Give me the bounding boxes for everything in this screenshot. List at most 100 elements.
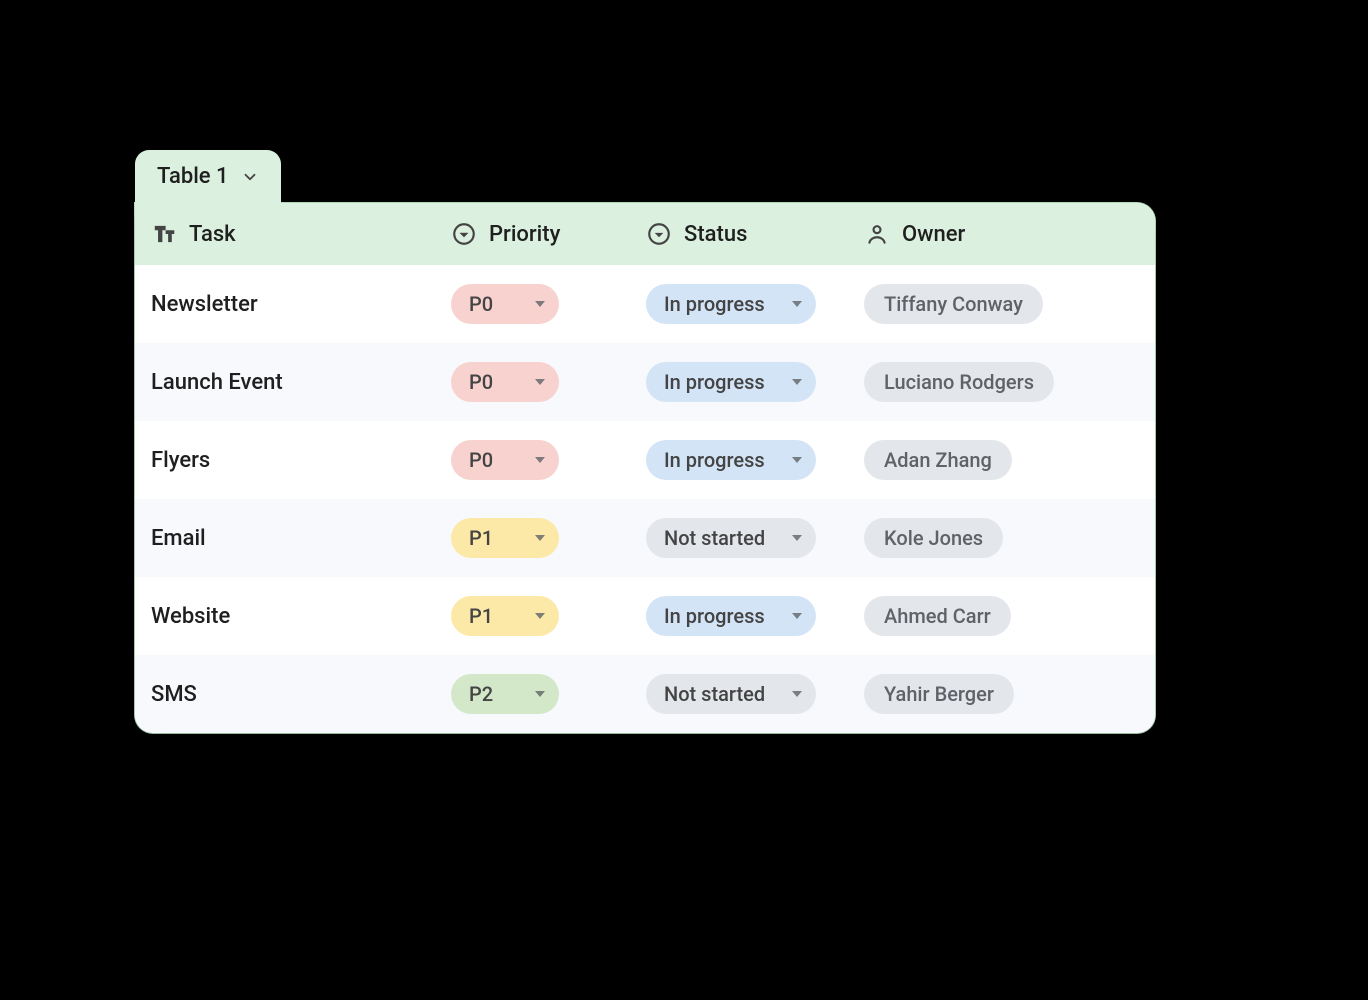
task-text: Website — [151, 604, 230, 629]
table-tab[interactable]: Table 1 — [135, 150, 281, 203]
caret-down-icon — [535, 379, 545, 385]
dropdown-circle-icon — [451, 221, 477, 247]
status-value: In progress — [664, 292, 765, 316]
caret-down-icon — [792, 691, 802, 697]
caret-down-icon — [535, 301, 545, 307]
cell-task[interactable]: Newsletter — [135, 292, 435, 317]
cell-priority: P1 — [435, 596, 630, 636]
caret-down-icon — [792, 457, 802, 463]
cell-task[interactable]: Flyers — [135, 448, 435, 473]
owner-name: Tiffany Conway — [884, 292, 1023, 316]
status-value: Not started — [664, 526, 765, 550]
owner-name: Ahmed Carr — [884, 604, 991, 628]
owner-chip[interactable]: Yahir Berger — [864, 674, 1014, 714]
column-header-label: Priority — [489, 222, 560, 247]
cell-status: In progress — [630, 284, 848, 324]
caret-down-icon — [792, 613, 802, 619]
cell-priority: P2 — [435, 674, 630, 714]
priority-chip[interactable]: P1 — [451, 518, 559, 558]
status-value: In progress — [664, 370, 765, 394]
column-header-label: Owner — [902, 222, 965, 247]
caret-down-icon — [535, 691, 545, 697]
chevron-down-icon — [241, 168, 259, 186]
table-widget: Table 1 Task Priority Status Owner Newsl… — [135, 150, 1155, 733]
table-row: Launch Event P0 In progress Luciano Rodgers — [135, 343, 1155, 421]
caret-down-icon — [792, 379, 802, 385]
caret-down-icon — [535, 535, 545, 541]
owner-chip[interactable]: Adan Zhang — [864, 440, 1012, 480]
owner-chip[interactable]: Ahmed Carr — [864, 596, 1011, 636]
column-header-label: Status — [684, 222, 747, 247]
caret-down-icon — [535, 613, 545, 619]
status-value: In progress — [664, 604, 765, 628]
table-body: Newsletter P0 In progress Tiffany Conway Lau… — [135, 265, 1155, 733]
cell-owner: Kole Jones — [848, 518, 1153, 558]
cell-priority: P0 — [435, 440, 630, 480]
priority-chip[interactable]: P2 — [451, 674, 559, 714]
owner-name: Luciano Rodgers — [884, 370, 1034, 394]
cell-task[interactable]: SMS — [135, 682, 435, 707]
priority-chip[interactable]: P0 — [451, 284, 559, 324]
column-header-task[interactable]: Task — [135, 217, 435, 251]
cell-status: Not started — [630, 518, 848, 558]
owner-name: Yahir Berger — [884, 682, 994, 706]
cell-task[interactable]: Launch Event — [135, 370, 435, 395]
person-icon — [864, 221, 890, 247]
task-text: SMS — [151, 682, 197, 707]
cell-priority: P0 — [435, 362, 630, 402]
status-chip[interactable]: In progress — [646, 284, 816, 324]
priority-chip[interactable]: P0 — [451, 440, 559, 480]
status-chip[interactable]: In progress — [646, 440, 816, 480]
caret-down-icon — [535, 457, 545, 463]
owner-chip[interactable]: Tiffany Conway — [864, 284, 1043, 324]
priority-chip[interactable]: P1 — [451, 596, 559, 636]
task-text: Newsletter — [151, 292, 258, 317]
task-text: Launch Event — [151, 370, 283, 395]
cell-owner: Yahir Berger — [848, 674, 1153, 714]
cell-priority: P1 — [435, 518, 630, 558]
column-header-owner[interactable]: Owner — [848, 217, 1153, 251]
table-row: Website P1 In progress Ahmed Carr — [135, 577, 1155, 655]
column-header-priority[interactable]: Priority — [435, 217, 630, 251]
owner-name: Kole Jones — [884, 526, 983, 550]
priority-value: P1 — [469, 526, 493, 550]
status-value: Not started — [664, 682, 765, 706]
priority-value: P0 — [469, 370, 493, 394]
table-row: Newsletter P0 In progress Tiffany Conway — [135, 265, 1155, 343]
table-header: Task Priority Status Owner — [135, 203, 1155, 265]
owner-chip[interactable]: Kole Jones — [864, 518, 1003, 558]
priority-value: P2 — [469, 682, 493, 706]
cell-owner: Adan Zhang — [848, 440, 1153, 480]
priority-value: P1 — [469, 604, 493, 628]
priority-value: P0 — [469, 448, 493, 472]
table-tab-label: Table 1 — [157, 164, 229, 189]
text-icon — [151, 221, 177, 247]
status-value: In progress — [664, 448, 765, 472]
status-chip[interactable]: In progress — [646, 362, 816, 402]
cell-status: Not started — [630, 674, 848, 714]
cell-priority: P0 — [435, 284, 630, 324]
table-row: Email P1 Not started Kole Jones — [135, 499, 1155, 577]
cell-status: In progress — [630, 440, 848, 480]
owner-chip[interactable]: Luciano Rodgers — [864, 362, 1054, 402]
task-text: Flyers — [151, 448, 210, 473]
cell-task[interactable]: Email — [135, 526, 435, 551]
priority-chip[interactable]: P0 — [451, 362, 559, 402]
table-row: SMS P2 Not started Yahir Berger — [135, 655, 1155, 733]
status-chip[interactable]: In progress — [646, 596, 816, 636]
owner-name: Adan Zhang — [884, 448, 992, 472]
status-chip[interactable]: Not started — [646, 674, 816, 714]
cell-status: In progress — [630, 596, 848, 636]
table: Task Priority Status Owner Newsletter P0 I… — [135, 203, 1155, 733]
column-header-label: Task — [189, 222, 236, 247]
cell-owner: Tiffany Conway — [848, 284, 1153, 324]
cell-owner: Ahmed Carr — [848, 596, 1153, 636]
table-row: Flyers P0 In progress Adan Zhang — [135, 421, 1155, 499]
column-header-status[interactable]: Status — [630, 217, 848, 251]
cell-task[interactable]: Website — [135, 604, 435, 629]
cell-status: In progress — [630, 362, 848, 402]
caret-down-icon — [792, 535, 802, 541]
status-chip[interactable]: Not started — [646, 518, 816, 558]
dropdown-circle-icon — [646, 221, 672, 247]
caret-down-icon — [792, 301, 802, 307]
